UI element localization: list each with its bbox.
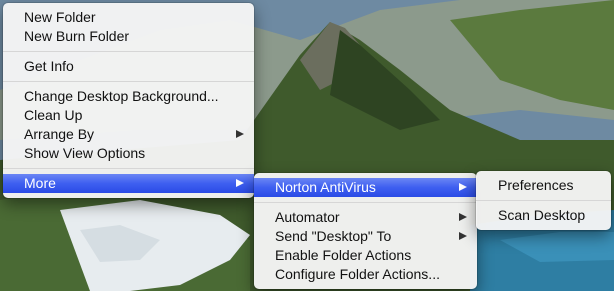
menu-item-label: Arrange By — [24, 126, 95, 142]
menu-separator — [3, 168, 254, 169]
desktop-context-menu: New Folder New Burn Folder Get Info Chan… — [3, 3, 254, 198]
menu-separator — [3, 81, 254, 82]
menu-item-label: More — [24, 175, 56, 191]
menu-separator — [3, 51, 254, 52]
menu-item-more[interactable]: More — [3, 174, 254, 193]
norton-antivirus-submenu: Preferences Scan Desktop — [476, 171, 611, 230]
menu-item-configure-folder-actions[interactable]: Configure Folder Actions... — [254, 265, 477, 284]
menu-item-new-folder[interactable]: New Folder — [3, 8, 254, 27]
menu-item-label: Automator — [275, 209, 340, 225]
menu-item-clean-up[interactable]: Clean Up — [3, 106, 254, 125]
more-submenu: Norton AntiVirus Automator Send "Desktop… — [254, 173, 477, 289]
submenu-arrow-icon — [459, 213, 467, 221]
desktop[interactable]: New Folder New Burn Folder Get Info Chan… — [0, 0, 614, 291]
menu-item-get-info[interactable]: Get Info — [3, 57, 254, 76]
menu-item-arrange-by[interactable]: Arrange By — [3, 125, 254, 144]
submenu-arrow-icon — [236, 130, 244, 138]
menu-item-norton-antivirus[interactable]: Norton AntiVirus — [254, 178, 477, 197]
submenu-arrow-icon — [459, 183, 467, 191]
menu-item-change-desktop-background[interactable]: Change Desktop Background... — [3, 87, 254, 106]
menu-item-show-view-options[interactable]: Show View Options — [3, 144, 254, 163]
menu-item-scan-desktop[interactable]: Scan Desktop — [476, 206, 611, 225]
menu-item-automator[interactable]: Automator — [254, 208, 477, 227]
menu-item-preferences[interactable]: Preferences — [476, 176, 611, 195]
menu-separator — [254, 202, 477, 203]
menu-item-send-desktop-to[interactable]: Send "Desktop" To — [254, 227, 477, 246]
menu-item-label: Norton AntiVirus — [275, 179, 376, 195]
menu-item-label: Send "Desktop" To — [275, 228, 392, 244]
menu-separator — [476, 200, 611, 201]
menu-item-enable-folder-actions[interactable]: Enable Folder Actions — [254, 246, 477, 265]
submenu-arrow-icon — [236, 179, 244, 187]
menu-item-new-burn-folder[interactable]: New Burn Folder — [3, 27, 254, 46]
submenu-arrow-icon — [459, 232, 467, 240]
